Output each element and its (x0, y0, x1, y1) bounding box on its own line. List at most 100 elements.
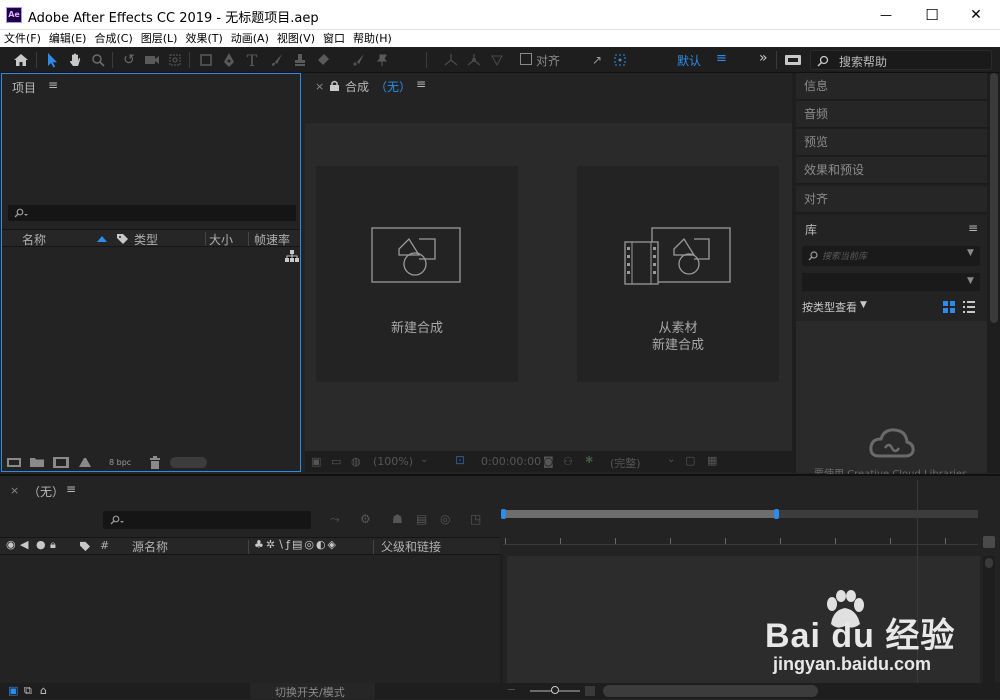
chevron-down-icon[interactable]: ▼ (860, 300, 867, 310)
menu-help[interactable]: 帮助(H) (349, 30, 396, 47)
camera-tool[interactable] (141, 50, 163, 70)
zoom-in-icon[interactable] (585, 686, 595, 696)
column-size[interactable]: 大小 (209, 231, 233, 248)
close-comp-tab-button[interactable]: × (315, 80, 324, 93)
sync-settings-button[interactable] (782, 50, 804, 70)
project-horizontal-scrollbar[interactable] (170, 457, 207, 468)
timeline-splitter[interactable] (500, 554, 503, 683)
menu-window[interactable]: 窗口 (319, 30, 349, 47)
close-button[interactable]: ✕ (953, 0, 999, 30)
project-panel-menu-icon[interactable]: ≡ (48, 78, 58, 92)
magnification-field[interactable]: (100%) (373, 455, 413, 468)
work-area-bar[interactable] (503, 510, 776, 518)
puppet-tool[interactable] (371, 50, 393, 70)
render-queue-icon[interactable] (78, 457, 92, 468)
library-select-dropdown[interactable]: ▼ (802, 273, 980, 291)
layer-switches-toggle-icon[interactable]: ▣ (8, 684, 18, 697)
label-tag-icon[interactable] (79, 541, 91, 552)
audio-panel-tab[interactable]: 音频 (796, 101, 987, 128)
new-composition-tile[interactable]: 新建合成 (316, 166, 518, 382)
pen-tool[interactable] (218, 50, 240, 70)
lock-icon[interactable] (330, 80, 339, 91)
solo-icon[interactable]: ● (36, 538, 46, 551)
menu-layer[interactable]: 图层(L) (137, 30, 182, 47)
workspace-menu-icon[interactable]: ≡ (716, 51, 727, 66)
menu-effect[interactable]: 效果(T) (181, 30, 226, 47)
view-axis-button[interactable] (486, 50, 508, 70)
menu-file[interactable]: 文件(F) (0, 30, 45, 47)
graph-editor-icon[interactable]: ◳ (470, 512, 481, 526)
snap-button[interactable]: ↗ (586, 50, 608, 70)
scrollbar-thumb[interactable] (985, 558, 993, 568)
scrollbar-thumb[interactable] (990, 73, 998, 323)
roto-brush-tool[interactable] (348, 50, 370, 70)
menu-view[interactable]: 视图(V) (273, 30, 319, 47)
timeline-panel-menu-icon[interactable]: ≡ (66, 482, 76, 496)
time-ruler[interactable] (503, 530, 978, 552)
channel-color-icon[interactable]: ✱ (585, 455, 593, 466)
local-axis-button[interactable] (440, 50, 462, 70)
chevron-down-icon[interactable]: ⌄ (420, 454, 428, 465)
grid-view-icon[interactable] (943, 301, 955, 313)
interpret-footage-icon[interactable] (7, 457, 21, 468)
rotate-tool[interactable]: ↺ (118, 50, 140, 70)
source-name-column[interactable]: 源名称 (132, 538, 168, 555)
timeline-search-field[interactable] (103, 511, 311, 529)
menu-edit[interactable]: 编辑(E) (45, 30, 91, 47)
draft-3d-icon[interactable]: ⚙ (360, 512, 371, 526)
composition-name[interactable]: （无） (375, 78, 411, 95)
column-framerate[interactable]: 帧速率 (254, 231, 290, 248)
bit-depth-button[interactable]: 8 bpc (109, 458, 131, 467)
column-name[interactable]: 名称 (22, 231, 46, 248)
work-area-end-handle[interactable] (774, 509, 779, 519)
new-folder-icon[interactable] (30, 457, 44, 468)
preview-panel-tab[interactable]: 预览 (796, 129, 987, 156)
align-checkbox[interactable] (520, 53, 532, 65)
column-type[interactable]: 类型 (134, 231, 158, 248)
work-area-start-handle[interactable] (501, 509, 506, 519)
maximize-button[interactable]: ☐ (909, 0, 955, 30)
hand-tool[interactable] (64, 50, 86, 70)
view-by-type-dropdown[interactable]: 按类型查看 (802, 299, 857, 315)
comp-mini-flowchart-icon[interactable]: ⤳ (330, 512, 340, 527)
info-panel-tab[interactable]: 信息 (796, 73, 987, 100)
timing-toggle-icon[interactable]: ⌂ (40, 684, 47, 697)
new-composition-icon[interactable] (53, 457, 69, 468)
audio-speaker-icon[interactable]: ◀ (20, 538, 28, 551)
text-tool[interactable]: T (241, 50, 263, 70)
work-area-track[interactable] (501, 509, 978, 519)
menu-composition[interactable]: 合成(C) (90, 30, 136, 47)
zoom-slider-thumb[interactable] (551, 686, 559, 694)
composition-panel-menu-icon[interactable]: ≡ (416, 77, 426, 91)
home-button[interactable] (10, 50, 32, 70)
chevron-down-icon[interactable]: ⌄ (667, 454, 675, 465)
shy-layers-icon[interactable]: ☗ (392, 512, 403, 526)
grid-icon[interactable]: ⊡ (455, 453, 465, 467)
transfer-controls-toggle-icon[interactable]: ⧉ (24, 684, 32, 698)
sort-ascending-icon[interactable] (97, 235, 107, 242)
transparency-grid-icon[interactable]: ▦ (707, 454, 717, 467)
rectangle-tool[interactable] (195, 50, 217, 70)
library-search-field[interactable]: 搜索当前库 ▼ (802, 246, 980, 266)
snapshot-camera-icon[interactable]: ◙ (543, 455, 554, 468)
menu-animation[interactable]: 动画(A) (227, 30, 273, 47)
display-icon[interactable]: ▭ (331, 455, 341, 468)
effects-presets-panel-tab[interactable]: 效果和预设 (796, 157, 987, 184)
align-panel-tab[interactable]: 对齐 (796, 186, 987, 213)
resolution-field[interactable]: (完整) (610, 455, 641, 471)
toggle-switches-modes-button[interactable]: 切换开关/模式 (250, 683, 375, 699)
timeline-tab-name[interactable]: （无） (28, 483, 64, 500)
new-comp-from-footage-tile[interactable]: 从素材 新建合成 (577, 166, 779, 382)
brush-tool[interactable] (266, 50, 288, 70)
trash-icon[interactable] (149, 456, 161, 469)
zoom-out-icon[interactable]: − (507, 683, 516, 696)
selection-tool[interactable] (41, 50, 63, 70)
zoom-tool[interactable] (87, 50, 109, 70)
flowchart-icon[interactable] (285, 250, 299, 262)
motion-blur-icon[interactable]: ◎ (440, 512, 450, 526)
comp-button[interactable] (983, 536, 995, 548)
label-tag-icon[interactable] (116, 233, 129, 245)
video-eye-icon[interactable]: ◉ (6, 538, 16, 551)
always-preview-icon[interactable]: ▣ (311, 455, 321, 468)
eraser-tool[interactable] (312, 50, 334, 70)
